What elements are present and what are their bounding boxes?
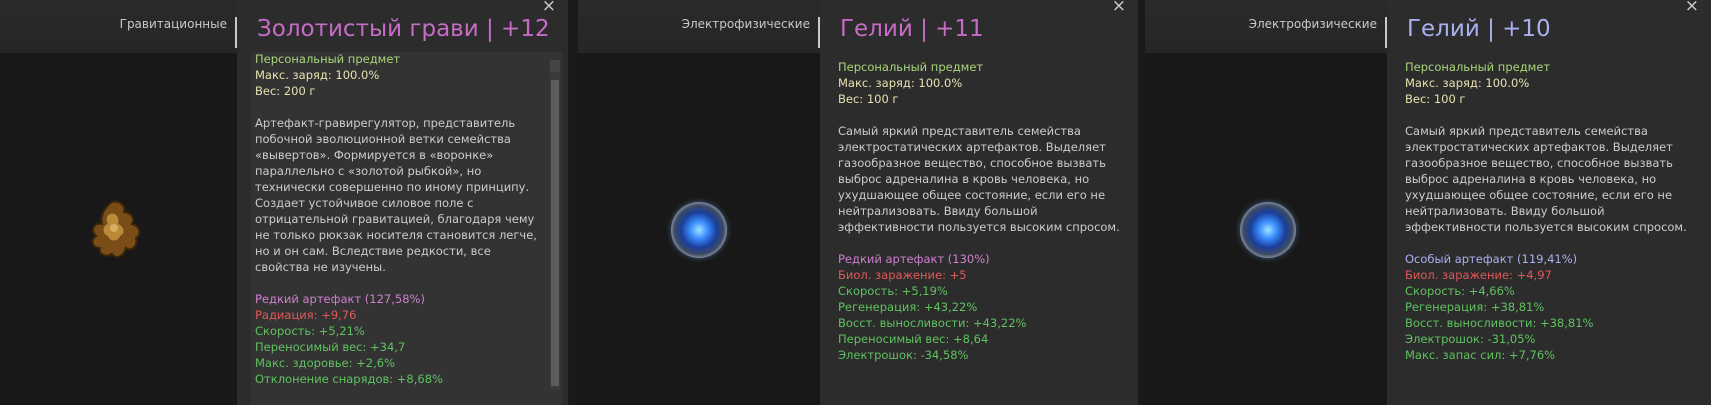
category-label: Электрофизические bbox=[681, 17, 810, 31]
stat-line: Отклонение снарядов: +8,68% bbox=[255, 372, 443, 386]
artifact-info-panel: × Гелий | +10 Персональный предмет Макс.… bbox=[1387, 0, 1711, 405]
personal-item-label: Персональный предмет bbox=[255, 52, 401, 66]
stat-line: Восст. выносливости: +43,22% bbox=[838, 316, 1027, 330]
gravi-artifact-icon bbox=[91, 200, 141, 258]
artifact-details: Персональный предмет Макс. заряд: 100.0%… bbox=[1405, 59, 1687, 363]
artifact-description: Самый яркий представитель семейства элек… bbox=[1405, 124, 1687, 234]
artifact-details: Персональный предмет Макс. заряд: 100.0%… bbox=[255, 51, 544, 387]
artifact-panel-3: Электрофизические × Гелий | +10 Персонал… bbox=[1145, 0, 1711, 405]
stat-line: Восст. выносливости: +38,81% bbox=[1405, 316, 1594, 330]
stat-line: Электрошок: -31,05% bbox=[1405, 332, 1536, 346]
max-charge: Макс. заряд: 100.0% bbox=[255, 68, 380, 82]
weight: Вес: 100 г bbox=[838, 92, 899, 106]
helium-orb-icon bbox=[671, 202, 727, 258]
artifact-preview-area: Электрофизические bbox=[1145, 0, 1387, 405]
artifact-panel-1: Гравитационные × Золотистый грави | +12 … bbox=[0, 0, 568, 405]
artifact-title: Гелий | +11 bbox=[840, 16, 984, 42]
personal-item-label: Персональный предмет bbox=[838, 60, 984, 74]
max-charge: Макс. заряд: 100.0% bbox=[1405, 76, 1530, 90]
artifact-title: Золотистый грави | +12 bbox=[257, 16, 550, 42]
category-label: Гравитационные bbox=[119, 17, 227, 31]
artifact-preview-area: Гравитационные bbox=[0, 0, 237, 405]
artifact-info-panel: × Золотистый грави | +12 Персональный пр… bbox=[237, 0, 568, 405]
stat-line: Биол. заражение: +4,97 bbox=[1405, 268, 1552, 282]
scrollbar[interactable] bbox=[550, 60, 560, 390]
stat-line: Макс. запас сил: +7,76% bbox=[1405, 348, 1556, 362]
rarity: Особый артефакт (119,41%) bbox=[1405, 252, 1578, 266]
category-header: Гравитационные bbox=[0, 0, 237, 53]
stat-line: Переносимый вес: +34,7 bbox=[255, 340, 406, 354]
max-charge: Макс. заряд: 100.0% bbox=[838, 76, 963, 90]
stat-line: Скорость: +5,21% bbox=[255, 324, 365, 338]
artifact-description: Самый яркий представитель семейства элек… bbox=[838, 124, 1120, 234]
helium-orb-icon bbox=[1240, 202, 1296, 258]
scroll-thumb[interactable] bbox=[551, 80, 559, 386]
category-header: Электрофизические bbox=[578, 0, 820, 53]
stat-line: Электрошок: -34,58% bbox=[838, 348, 969, 362]
stat-line: Регенерация: +38,81% bbox=[1405, 300, 1545, 314]
rarity: Редкий артефакт (130%) bbox=[838, 252, 990, 266]
stat-line: Радиация: +9,76 bbox=[255, 308, 357, 322]
artifact-info-panel: × Гелий | +11 Персональный предмет Макс.… bbox=[820, 0, 1138, 405]
stat-line: Макс. здоровье: +2,6% bbox=[255, 356, 395, 370]
artifact-details: Персональный предмет Макс. заряд: 100.0%… bbox=[838, 59, 1120, 363]
stat-line: Регенерация: +43,22% bbox=[838, 300, 978, 314]
weight: Вес: 100 г bbox=[1405, 92, 1466, 106]
artifact-preview-area: Электрофизические bbox=[578, 0, 820, 405]
rarity: Редкий артефакт (127,58%) bbox=[255, 292, 425, 306]
close-icon[interactable]: × bbox=[1685, 0, 1699, 16]
stat-line: Переносимый вес: +8,64 bbox=[838, 332, 989, 346]
artifact-description: Артефакт-гравирегулятор, представитель п… bbox=[255, 116, 537, 274]
artifact-title: Гелий | +10 bbox=[1407, 16, 1551, 42]
category-label: Электрофизические bbox=[1248, 17, 1377, 31]
stat-line: Биол. заражение: +5 bbox=[838, 268, 967, 282]
category-header: Электрофизические bbox=[1145, 0, 1387, 53]
artifact-panel-2: Электрофизические × Гелий | +11 Персонал… bbox=[578, 0, 1138, 405]
personal-item-label: Персональный предмет bbox=[1405, 60, 1551, 74]
close-icon[interactable]: × bbox=[542, 0, 556, 16]
stat-line: Скорость: +4,66% bbox=[1405, 284, 1515, 298]
close-icon[interactable]: × bbox=[1112, 0, 1126, 16]
weight: Вес: 200 г bbox=[255, 84, 316, 98]
scroll-up-arrow[interactable] bbox=[550, 60, 560, 72]
stat-line: Скорость: +5,19% bbox=[838, 284, 948, 298]
